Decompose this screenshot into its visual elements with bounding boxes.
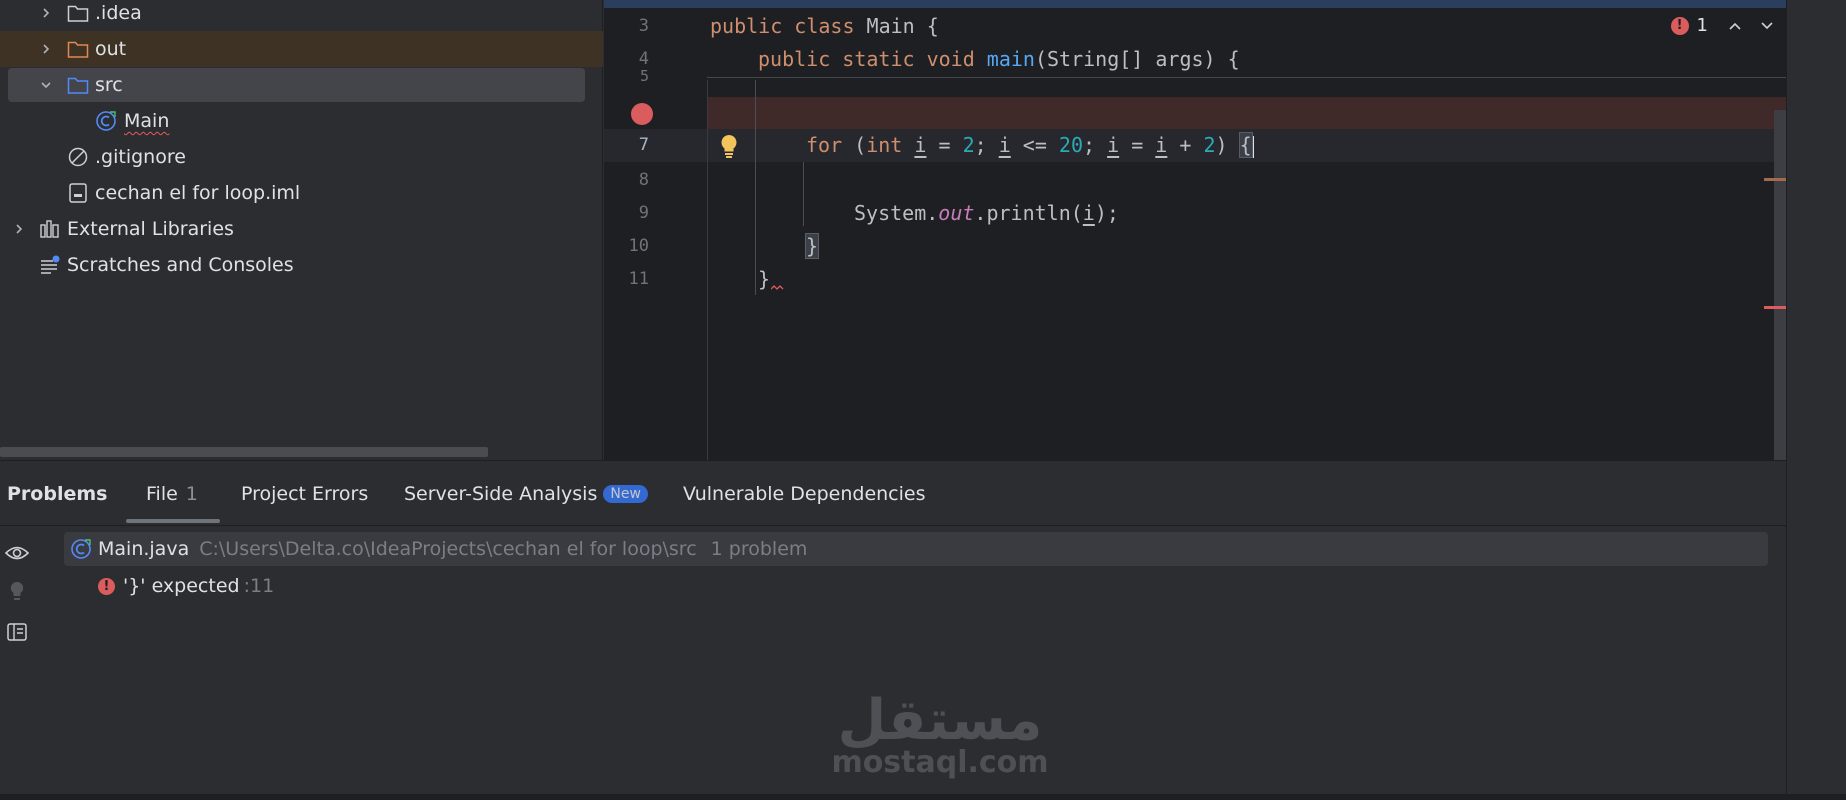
tree-item-label: cechan el for loop.iml (95, 182, 301, 204)
line-number: 5 (639, 67, 649, 85)
chevron-right-icon[interactable] (38, 5, 54, 21)
chevron-right-icon[interactable] (11, 221, 27, 237)
code-text: } (804, 233, 820, 259)
tree-item-gitignore[interactable]: .gitignore (0, 139, 603, 175)
preview-panel-icon[interactable] (4, 619, 30, 645)
error-line-highlight (707, 97, 1786, 129)
line-number: 4 (638, 49, 649, 69)
tab-file[interactable]: File 1 (146, 483, 198, 505)
tree-item-src[interactable]: src (0, 67, 603, 103)
code-line-10[interactable]: 10 } (604, 230, 1786, 263)
error-stripe[interactable] (1764, 306, 1786, 309)
tab-server-side-analysis[interactable]: Server-Side Analysis New (404, 483, 648, 505)
code-line-9[interactable]: 9 System.out.println(i); (604, 197, 1786, 230)
problems-title: Problems (7, 483, 108, 505)
project-tree-panel: .idea out src Main .gitignore cechan el … (0, 0, 603, 460)
chevron-down-icon[interactable] (38, 77, 54, 93)
code-text: public static void main(String[] args) { (758, 47, 1240, 71)
tree-item-label: Main (124, 110, 170, 132)
tree-item-label: .gitignore (95, 146, 186, 168)
tree-item-iml[interactable]: cechan el for loop.iml (0, 175, 603, 211)
warning-stripe[interactable] (1764, 178, 1786, 181)
line-number: 8 (638, 170, 649, 190)
tree-horizontal-scrollbar[interactable] (0, 447, 488, 457)
tabs-divider (0, 525, 1786, 526)
tree-item-scratches[interactable]: Scratches and Consoles (0, 247, 603, 283)
watermark-arabic: مستقل (837, 688, 1043, 753)
inspection-widget[interactable]: ! 1 (1670, 15, 1774, 36)
error-squiggle (771, 285, 784, 290)
eye-icon[interactable] (4, 540, 30, 566)
code-line-3[interactable]: 3 public class Main { (604, 10, 1786, 43)
tree-item-label: .idea (95, 2, 142, 24)
tree-item-main[interactable]: Main (0, 103, 603, 139)
tree-item-label: External Libraries (67, 218, 234, 240)
tree-item-label: Scratches and Consoles (67, 254, 294, 276)
folder-icon (67, 2, 89, 24)
problems-tab-bar: Problems File 1 Project Errors Server-Sid… (0, 461, 1786, 526)
folder-blue-icon (67, 74, 89, 96)
chevron-right-icon[interactable] (38, 41, 54, 57)
folder-orange-icon (67, 38, 89, 60)
tree-item-idea[interactable]: .idea (0, 0, 603, 31)
active-tab-indicator (126, 519, 220, 523)
problem-file-row[interactable]: Main.java C:\Users\Delta.co\IdeaProjects… (64, 532, 1768, 566)
ignored-file-icon (67, 146, 89, 168)
breakpoint-icon[interactable] (631, 103, 653, 125)
java-class-icon (70, 538, 92, 560)
code-line-7[interactable]: 7 for (int i = 2; i <= 20; i = i + 2) { (604, 129, 1786, 162)
right-tool-strip (1786, 0, 1846, 800)
chevron-up-icon[interactable] (1728, 15, 1742, 36)
issue-location: :11 (243, 575, 275, 597)
tree-item-external-libraries[interactable]: External Libraries (0, 211, 603, 247)
code-text: public class Main { (710, 14, 939, 38)
editor-vertical-scrollbar[interactable] (1774, 110, 1786, 460)
watermark-latin: mostaql.com (831, 745, 1049, 780)
chevron-down-icon[interactable] (1760, 15, 1774, 36)
problem-issue-row[interactable]: ! '}' expected :11 (98, 570, 274, 602)
code-editor[interactable]: 3 public class Main { 4 public static vo… (604, 0, 1786, 460)
tab-project-errors[interactable]: Project Errors (241, 483, 368, 505)
text-caret (1251, 135, 1254, 158)
tab-vulnerable-dependencies[interactable]: Vulnerable Dependencies (683, 483, 926, 505)
java-class-icon (95, 110, 117, 132)
scratches-icon (39, 254, 61, 276)
inspection-count: 1 (1696, 15, 1708, 36)
editor-top-border (604, 0, 1786, 8)
lightbulb-icon[interactable] (718, 133, 740, 159)
status-bar (0, 794, 1846, 800)
error-icon: ! (1670, 16, 1689, 35)
code-line-5[interactable]: 5 (604, 67, 1786, 85)
line-number: 11 (628, 269, 649, 289)
new-badge: New (603, 485, 648, 503)
line-number: 9 (638, 203, 649, 223)
error-icon: ! (98, 577, 115, 595)
library-icon (39, 218, 61, 240)
code-line-8[interactable]: 8 (604, 164, 1786, 197)
problem-file-path: C:\Users\Delta.co\IdeaProjects\cechan el… (199, 538, 697, 560)
line-number: 7 (638, 135, 649, 155)
line-number: 10 (628, 236, 649, 256)
code-line-11[interactable]: 11 } (604, 263, 1786, 296)
tree-item-out[interactable]: out (0, 31, 603, 67)
code-text: for (int i = 2; i <= 20; i = i + 2) { (806, 132, 1254, 158)
issue-message: '}' expected (123, 575, 240, 597)
tree-item-label: src (95, 74, 123, 96)
code-text: System.out.println(i); (854, 201, 1119, 225)
code-text: } (758, 267, 771, 291)
lightbulb-icon[interactable] (4, 579, 30, 605)
module-file-icon (67, 182, 89, 204)
problem-file-name: Main.java (98, 538, 190, 560)
line-number: 3 (638, 16, 649, 36)
problem-count: 1 problem (710, 538, 808, 560)
tree-item-label: out (95, 38, 127, 60)
